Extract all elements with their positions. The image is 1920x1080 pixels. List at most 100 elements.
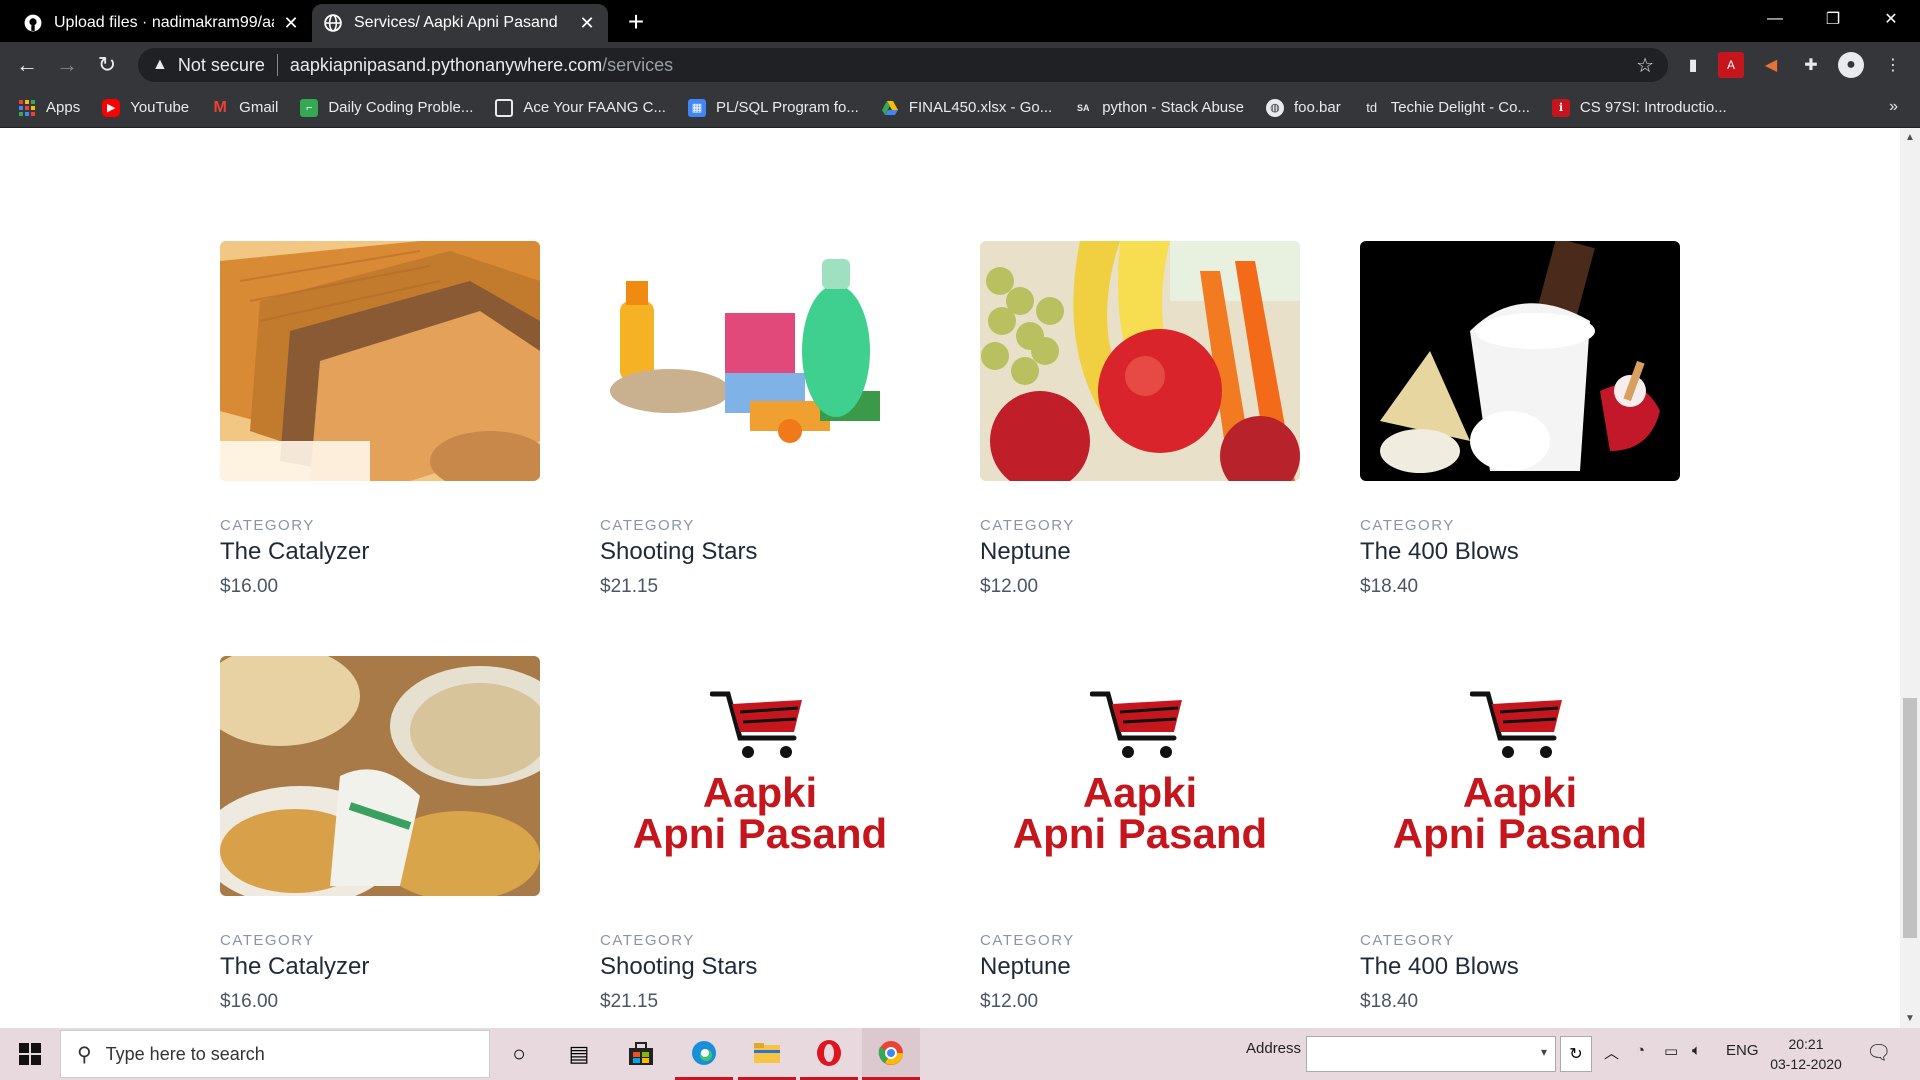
new-tab-button[interactable]: + — [620, 6, 652, 38]
product-image-toiletries[interactable] — [600, 241, 920, 481]
product-name[interactable]: Neptune — [980, 953, 1300, 981]
task-view-icon[interactable]: ▤ — [550, 1028, 608, 1080]
url-path: /services — [602, 54, 674, 75]
product-image-logo[interactable]: Aapki Apni Pasand — [600, 656, 920, 896]
tab-upload-files[interactable]: Upload files · nadimakram99/aapk ✕ — [12, 4, 312, 42]
product-card[interactable]: Aapki Apni Pasand CATEGORY Neptune $12.0… — [980, 656, 1300, 1013]
product-category: CATEGORY — [220, 517, 315, 534]
close-icon[interactable]: ✕ — [282, 13, 300, 33]
bookmark-daily-coding[interactable]: ⌐ Daily Coding Proble... — [300, 98, 473, 117]
bookmark-ace-faang[interactable]: Ace Your FAANG C... — [495, 98, 666, 117]
notification-icon[interactable]: 🗨︎ — [1866, 1040, 1891, 1065]
bookmark-label: YouTube — [130, 99, 190, 116]
bookmark-final450[interactable]: FINAL450.xlsx - Go... — [881, 99, 1052, 117]
language-indicator[interactable]: ENG — [1726, 1042, 1759, 1059]
product-image-logo[interactable]: Aapki Apni Pasand — [980, 656, 1300, 896]
globe-icon — [324, 14, 342, 32]
bookmark-label: Techie Delight - Co... — [1390, 99, 1530, 116]
divider — [276, 54, 278, 76]
bookmark-foobar[interactable]: ◍ foo.bar — [1265, 98, 1341, 117]
bookmark-star-icon[interactable]: ☆ — [1636, 53, 1654, 78]
product-name[interactable]: Shooting Stars — [600, 953, 920, 981]
opera-icon[interactable] — [800, 1028, 858, 1080]
pdf-extension-icon[interactable]: A — [1718, 52, 1744, 78]
logo-line-1: Aapki — [1082, 769, 1198, 816]
product-image-fruits-vegetables[interactable] — [980, 241, 1300, 481]
product-image-dairy[interactable] — [1360, 241, 1680, 481]
close-window-icon[interactable]: ✕ — [1862, 0, 1920, 38]
signal-extension-icon[interactable]: ▮ — [1680, 52, 1706, 78]
product-image-biscuits[interactable] — [220, 241, 540, 481]
product-name[interactable]: The 400 Blows — [1360, 538, 1680, 566]
wifi-icon[interactable]: ◔ — [1636, 1042, 1645, 1059]
bookmark-cs97si[interactable]: ℹ CS 97SI: Introductio... — [1551, 98, 1727, 117]
tab-services[interactable]: Services/ Aapki Apni Pasand ✕ — [312, 4, 608, 42]
product-card[interactable]: Aapki Apni Pasand CATEGORY The 400 Blows… — [1360, 656, 1680, 1013]
product-card[interactable]: CATEGORY The 400 Blows $18.40 — [1360, 241, 1680, 598]
bookmark-youtube[interactable]: ▶ YouTube — [102, 98, 190, 117]
bookmark-label: CS 97SI: Introductio... — [1579, 99, 1727, 116]
bookmark-stack-abuse[interactable]: SA python - Stack Abuse — [1074, 99, 1244, 117]
chevron-up-icon[interactable]: ︿ — [1604, 1042, 1619, 1063]
product-card[interactable]: CATEGORY The Catalyzer $16.00 — [220, 241, 540, 598]
shopping-cart-icon — [1470, 691, 1562, 758]
scroll-up-arrow-icon[interactable]: ▲ — [1905, 132, 1915, 143]
bookmark-gmail[interactable]: M Gmail — [211, 99, 278, 117]
file-explorer-icon[interactable] — [738, 1028, 796, 1080]
page-scrollbar[interactable]: ▲ ▼ — [1900, 128, 1920, 1028]
bookmark-label: foo.bar — [1293, 99, 1341, 116]
bookmark-label: python - Stack Abuse — [1102, 99, 1244, 116]
bookmark-plsql[interactable]: ▦ PL/SQL Program fo... — [687, 98, 859, 117]
start-button[interactable] — [0, 1028, 60, 1080]
github-icon — [24, 14, 42, 32]
close-icon[interactable]: ✕ — [578, 13, 596, 33]
product-name[interactable]: The 400 Blows — [1360, 953, 1680, 981]
bookmark-techie-delight[interactable]: td Techie Delight - Co... — [1363, 99, 1530, 117]
product-price: $21.15 — [600, 576, 659, 597]
chevron-down-icon[interactable]: ▾ — [1541, 1045, 1547, 1059]
product-image-logo[interactable]: Aapki Apni Pasand — [1360, 656, 1680, 896]
address-refresh-button[interactable]: ↻ — [1560, 1036, 1592, 1072]
product-card[interactable]: CATEGORY The Catalyzer $16.00 — [220, 656, 540, 1013]
chrome-icon[interactable] — [862, 1028, 920, 1080]
product-name[interactable]: The Catalyzer — [220, 953, 540, 981]
clock-time: 20:21 — [1788, 1036, 1824, 1052]
youtube-icon: ▶ — [102, 98, 121, 117]
store-icon[interactable] — [612, 1028, 670, 1080]
product-name[interactable]: Neptune — [980, 538, 1300, 566]
browser-toolbar: ← → ↻ ▲ Not secure aapkiapnipasand.pytho… — [0, 42, 1920, 88]
edge-icon[interactable] — [675, 1028, 733, 1080]
product-price: $12.00 — [980, 576, 1039, 597]
puzzle-icon[interactable]: ✚ — [1798, 52, 1824, 78]
avatar[interactable]: ● — [1838, 52, 1864, 78]
chevron-more-icon[interactable]: » — [1889, 98, 1898, 116]
product-card[interactable]: CATEGORY Neptune $12.00 — [980, 241, 1300, 598]
product-name[interactable]: Shooting Stars — [600, 538, 920, 566]
bookmark-label: Ace Your FAANG C... — [523, 99, 666, 116]
scrollbar-thumb[interactable] — [1903, 698, 1917, 938]
extension-icon[interactable]: ◀ — [1758, 52, 1784, 78]
battery-icon[interactable]: ▭ — [1664, 1042, 1678, 1060]
minimize-icon[interactable]: — — [1746, 0, 1804, 38]
restore-icon[interactable]: ❐ — [1804, 0, 1862, 38]
bookmark-apps[interactable]: Apps — [18, 99, 80, 117]
product-price: $12.00 — [980, 991, 1039, 1012]
globe-icon: ◍ — [1265, 98, 1284, 117]
product-card[interactable]: CATEGORY Shooting Stars $21.15 — [600, 241, 920, 598]
shopping-cart-icon — [1090, 691, 1182, 758]
product-card[interactable]: Aapki Apni Pasand CATEGORY Shooting Star… — [600, 656, 920, 1013]
cortana-icon[interactable]: ○ — [490, 1028, 548, 1080]
menu-dots-icon[interactable]: ⋮ — [1880, 52, 1906, 78]
address-toolbar-input[interactable]: ▾ — [1306, 1036, 1556, 1072]
forward-icon[interactable]: → — [52, 50, 82, 80]
product-category: CATEGORY — [220, 932, 315, 949]
back-icon[interactable]: ← — [12, 50, 42, 80]
product-image-grains[interactable] — [220, 656, 540, 896]
product-name[interactable]: The Catalyzer — [220, 538, 540, 566]
reload-icon[interactable]: ↻ — [92, 50, 122, 80]
taskbar-search[interactable]: ⚲ Type here to search — [60, 1030, 490, 1078]
system-clock[interactable]: 20:21 03-12-2020 — [1766, 1034, 1846, 1074]
scroll-down-arrow-icon[interactable]: ▼ — [1905, 1013, 1915, 1024]
address-bar[interactable]: ▲ Not secure aapkiapnipasand.pythonanywh… — [138, 48, 1668, 82]
volume-icon[interactable]: 🔈︎ — [1692, 1042, 1701, 1059]
